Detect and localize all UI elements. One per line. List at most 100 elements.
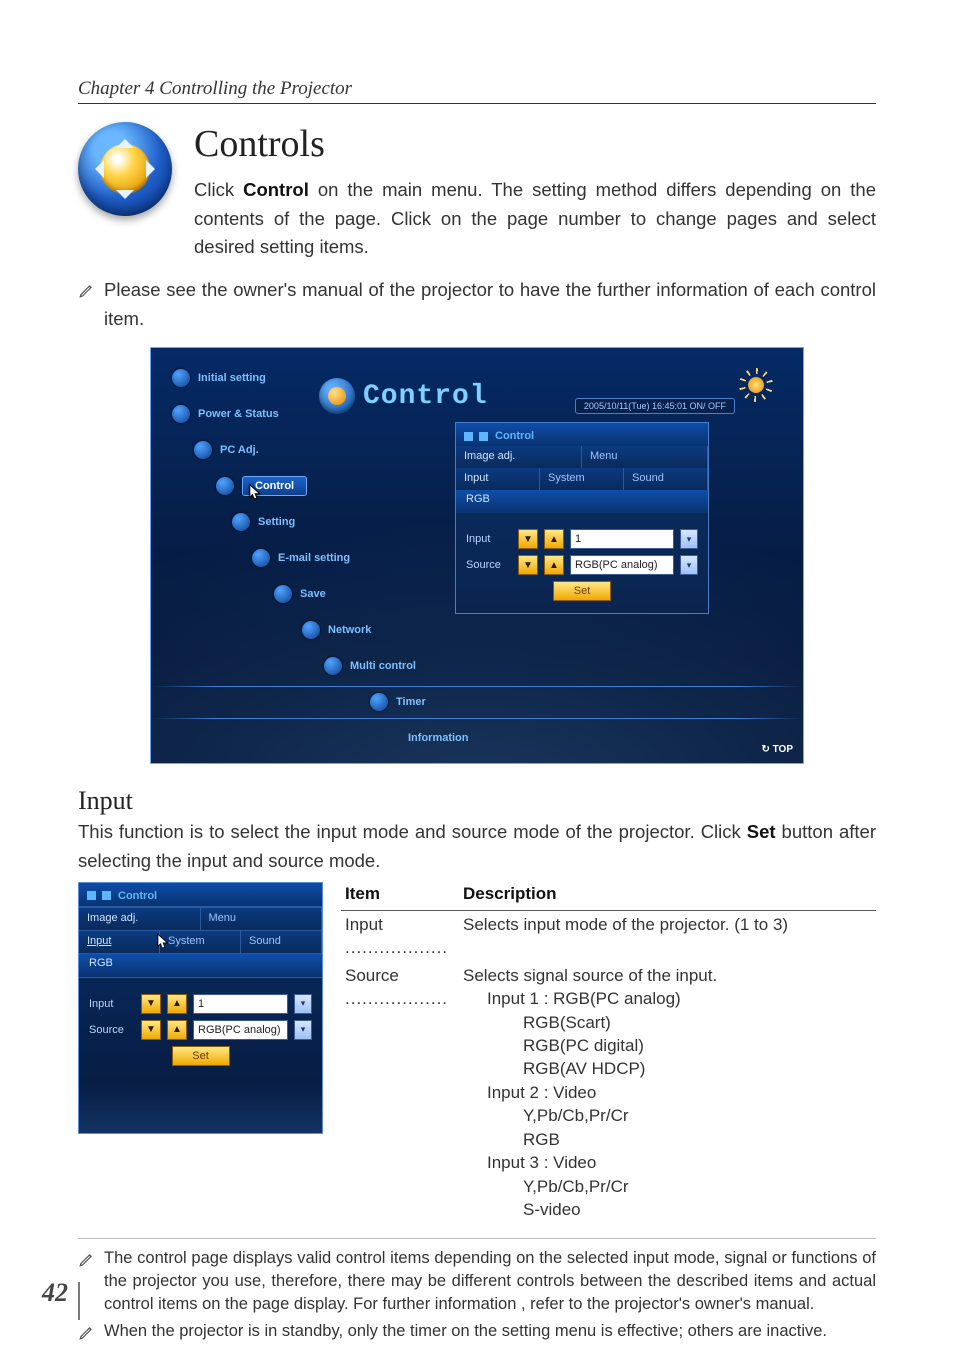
input-para-pre: This function is to select the input mod… bbox=[78, 821, 747, 842]
nav-label: Timer bbox=[396, 696, 426, 708]
row-input: Input ▼ ▲ 1 ▾ bbox=[466, 529, 698, 549]
source-line: S-video bbox=[463, 1198, 872, 1221]
intro-paragraph: Click Control on the main menu. The sett… bbox=[194, 176, 876, 262]
nav-label: PC Adj. bbox=[220, 444, 259, 456]
step-up-button[interactable]: ▲ bbox=[167, 994, 187, 1014]
subtab-rgb[interactable]: RGB bbox=[456, 490, 708, 513]
nav-network[interactable]: Network bbox=[296, 616, 436, 644]
nav-multi-control[interactable]: Multi control bbox=[318, 652, 436, 680]
intro-bold: Control bbox=[243, 179, 309, 200]
tab-image-adj[interactable]: Image adj. bbox=[79, 908, 201, 930]
pencil-icon bbox=[78, 1250, 96, 1268]
step-up-button[interactable]: ▲ bbox=[167, 1020, 187, 1040]
nav-email-setting[interactable]: E-mail setting bbox=[246, 544, 436, 572]
set-button[interactable]: Set bbox=[553, 581, 611, 601]
controls-hero-icon bbox=[78, 122, 172, 216]
step-up-button[interactable]: ▲ bbox=[544, 555, 564, 575]
source-line: Input 3 : Video bbox=[463, 1151, 872, 1174]
th-description: Description bbox=[459, 882, 876, 911]
panel-header: Control bbox=[79, 883, 322, 907]
section-title-input: Input bbox=[78, 786, 876, 816]
nav-label: Initial setting bbox=[198, 372, 266, 384]
cursor-icon bbox=[249, 484, 263, 502]
tab-system[interactable]: System bbox=[160, 931, 241, 953]
timestamp-pill: 2005/10/11(Tue) 16:45:01 ON/ OFF bbox=[575, 398, 735, 414]
tab-sound[interactable]: Sound bbox=[241, 931, 322, 953]
nav-pc-adj[interactable]: PC Adj. bbox=[188, 436, 436, 464]
cell-item: Input bbox=[345, 915, 383, 934]
source-line: RGB(PC digital) bbox=[463, 1034, 872, 1057]
input-paragraph: This function is to select the input mod… bbox=[78, 818, 876, 875]
row-input: Input ▼ ▲ 1 ▾ bbox=[89, 994, 312, 1014]
tab-sound[interactable]: Sound bbox=[624, 468, 708, 490]
footnote-2: When the projector is in standby, only t… bbox=[104, 1320, 827, 1343]
step-down-button[interactable]: ▼ bbox=[141, 1020, 161, 1040]
nav-snmp-setting[interactable]: SNMP setting bbox=[436, 760, 442, 764]
tab-image-adj[interactable]: Image adj. bbox=[456, 446, 582, 468]
top-badge-text: TOP bbox=[773, 744, 793, 755]
chevron-down-icon[interactable]: ▾ bbox=[680, 529, 698, 549]
source-value-field[interactable]: RGB(PC analog) bbox=[193, 1020, 288, 1040]
row-label: Input bbox=[89, 998, 135, 1010]
step-down-button[interactable]: ▼ bbox=[518, 529, 538, 549]
chevron-down-icon[interactable]: ▾ bbox=[294, 1020, 312, 1040]
panel-title-text: Control bbox=[495, 430, 534, 442]
pencil-icon bbox=[78, 1323, 96, 1341]
nav-label: Power & Status bbox=[198, 408, 279, 420]
panel-header: Control bbox=[456, 423, 708, 446]
tab-input[interactable]: Input bbox=[79, 931, 160, 953]
intro-pre: Click bbox=[194, 179, 243, 200]
nav-initial-setting[interactable]: Initial setting bbox=[166, 364, 436, 392]
page-number: 42 bbox=[42, 1278, 68, 1308]
divider bbox=[78, 1238, 876, 1239]
step-down-button[interactable]: ▼ bbox=[141, 994, 161, 1014]
footnote-1: The control page displays valid control … bbox=[104, 1247, 876, 1316]
input-value-field[interactable]: 1 bbox=[570, 529, 674, 549]
input-para-bold: Set bbox=[747, 821, 776, 842]
nav-setting[interactable]: Setting bbox=[226, 508, 436, 536]
step-up-button[interactable]: ▲ bbox=[544, 529, 564, 549]
nav-label: E-mail setting bbox=[278, 552, 350, 564]
cursor-icon bbox=[157, 933, 171, 951]
cell-desc: Selects signal source of the input. bbox=[463, 964, 872, 987]
nav-label: Network bbox=[328, 624, 371, 636]
nav-label: SNMP setting bbox=[450, 762, 486, 764]
source-line: RGB(Scart) bbox=[463, 1011, 872, 1034]
sun-icon bbox=[739, 368, 773, 402]
set-button[interactable]: Set bbox=[172, 1046, 230, 1066]
row-label: Input bbox=[466, 533, 512, 545]
nav-timer[interactable]: Timer bbox=[364, 688, 436, 716]
screenshot-control-panel-crop: Control Image adj. Menu Input System Sou… bbox=[78, 882, 323, 1134]
cell-desc: Selects input mode of the projector. (1 … bbox=[459, 910, 876, 961]
tab-menu[interactable]: Menu bbox=[201, 908, 323, 930]
top-badge[interactable]: ↻ TOP bbox=[761, 744, 793, 755]
tab-system[interactable]: System bbox=[540, 468, 624, 490]
step-down-button[interactable]: ▼ bbox=[518, 555, 538, 575]
table-row: Source Selects signal source of the inpu… bbox=[341, 962, 876, 1224]
nav-label: Information bbox=[408, 732, 469, 744]
source-line: RGB(AV HDCP) bbox=[463, 1057, 872, 1080]
source-line: Y,Pb/Cb,Pr/Cr bbox=[463, 1104, 872, 1127]
nav-control[interactable]: Control bbox=[210, 472, 436, 500]
item-description-table: Item Description Input Selects input mod… bbox=[341, 882, 876, 1224]
top-note: Please see the owner's manual of the pro… bbox=[104, 276, 876, 333]
nav-information[interactable]: Information bbox=[394, 724, 436, 752]
subtab-rgb[interactable]: RGB bbox=[79, 953, 322, 977]
nav-power-status[interactable]: Power & Status bbox=[166, 400, 436, 428]
table-row: Input Selects input mode of the projecto… bbox=[341, 910, 876, 961]
tab-input[interactable]: Input bbox=[456, 468, 540, 490]
row-source: Source ▼ ▲ RGB(PC analog) ▾ bbox=[89, 1020, 312, 1040]
input-value-field[interactable]: 1 bbox=[193, 994, 288, 1014]
source-value-field[interactable]: RGB(PC analog) bbox=[570, 555, 674, 575]
row-label: Source bbox=[89, 1024, 135, 1036]
tab-menu[interactable]: Menu bbox=[582, 446, 708, 468]
nav-label: Save bbox=[300, 588, 326, 600]
chevron-down-icon[interactable]: ▾ bbox=[680, 555, 698, 575]
panel-title-text: Control bbox=[118, 890, 157, 902]
chevron-down-icon[interactable]: ▾ bbox=[294, 994, 312, 1014]
screenshot-control-page: 2005/10/11(Tue) 16:45:01 ON/ OFF Control… bbox=[150, 347, 804, 764]
page-title: Controls bbox=[194, 122, 876, 166]
side-nav: Initial setting Power & Status PC Adj. C… bbox=[166, 356, 436, 764]
nav-save[interactable]: Save bbox=[268, 580, 436, 608]
source-line: Input 2 : Video bbox=[463, 1081, 872, 1104]
